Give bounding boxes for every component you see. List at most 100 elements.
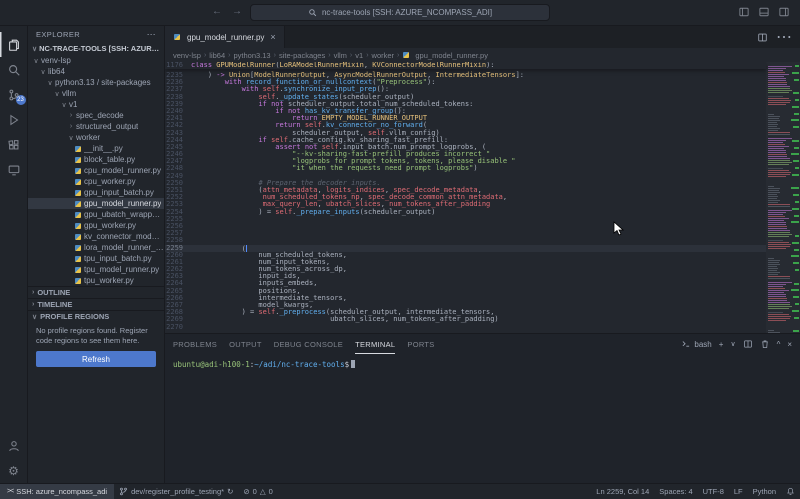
- window-title: nc-trace-tools [SSH: AZURE_NCOMPASS_ADI]: [321, 8, 493, 17]
- code-line[interactable]: 2270: [165, 323, 766, 331]
- file-tree-item[interactable]: cpu_model_runner.py: [28, 165, 164, 176]
- file-tree-item[interactable]: gpu_input_batch.py: [28, 187, 164, 198]
- folder-tree-item[interactable]: › structured_output: [28, 121, 164, 132]
- more-actions-icon[interactable]: ⋯: [776, 27, 792, 47]
- breadcrumb-item[interactable]: venv-lsp: [173, 51, 201, 60]
- source-control-icon[interactable]: 23: [0, 82, 28, 107]
- folder-tree-item[interactable]: ∨ venv-lsp: [28, 55, 164, 66]
- explorer-icon[interactable]: [0, 32, 28, 57]
- new-terminal-icon[interactable]: +: [719, 340, 724, 349]
- diff-added-marker: [795, 167, 799, 169]
- profile-regions-section[interactable]: ∨ PROFILE REGIONS: [28, 310, 164, 322]
- breadcrumb-item[interactable]: lib64: [209, 51, 225, 60]
- folder-tree-item[interactable]: ∨ v1: [28, 99, 164, 110]
- file-tree-item[interactable]: tpu_model_runner.py: [28, 264, 164, 275]
- file-tree-item[interactable]: gpu_ubatch_wrapper.py: [28, 209, 164, 220]
- python-file-icon: [75, 222, 81, 229]
- breadcrumb-item[interactable]: python3.13: [233, 51, 270, 60]
- code-line[interactable]: 2254 ) = self._prepare_inputs(scheduler_…: [165, 208, 766, 216]
- diff-added-marker: [795, 201, 799, 203]
- folder-tree-item[interactable]: ∨ lib64: [28, 66, 164, 77]
- diff-added-marker: [791, 221, 799, 224]
- file-tree-item[interactable]: gpu_worker.py: [28, 220, 164, 231]
- encoding-indicator[interactable]: UTF-8: [698, 484, 729, 499]
- tree-item-label: gpu_input_batch.py: [84, 188, 154, 197]
- run-debug-icon[interactable]: [0, 107, 28, 132]
- tree-item-label: worker: [76, 133, 101, 142]
- breadcrumb-item[interactable]: site-packages: [279, 51, 325, 60]
- trash-icon[interactable]: [760, 339, 770, 349]
- split-editor-icon[interactable]: [757, 32, 768, 43]
- errors-icon: ⊘: [243, 487, 250, 496]
- workspace-section-header[interactable]: ∨ NC-TRACE-TOOLS [SSH: AZURE_NCOMPASS_AD…: [28, 42, 164, 55]
- back-arrow-icon[interactable]: ←: [212, 6, 222, 17]
- panel-tab-problems[interactable]: PROBLEMS: [173, 334, 217, 354]
- forward-arrow-icon[interactable]: →: [232, 6, 242, 17]
- customize-layout-icon[interactable]: [778, 6, 790, 18]
- refresh-button[interactable]: Refresh: [36, 351, 156, 367]
- file-tree-item[interactable]: cpu_worker.py: [28, 176, 164, 187]
- code-line[interactable]: 2248 "it when the requests need prompt l…: [165, 165, 766, 172]
- code-line[interactable]: 2269 ubatch_slices, num_tokens_after_pad…: [165, 316, 766, 323]
- tree-item-label: cpu_worker.py: [84, 177, 136, 186]
- problems-indicator[interactable]: ⊘ 0 △ 0: [238, 484, 277, 499]
- remote-icon: ><: [7, 488, 14, 495]
- account-icon[interactable]: [0, 433, 28, 458]
- command-center[interactable]: nc-trace-tools [SSH: AZURE_NCOMPASS_ADI]: [250, 4, 550, 21]
- file-tree-item[interactable]: tpu_input_batch.py: [28, 253, 164, 264]
- panel-tab-terminal[interactable]: TERMINAL: [355, 334, 395, 354]
- code-line[interactable]: 2258: [165, 237, 766, 244]
- code-line[interactable]: 2255: [165, 215, 766, 223]
- sticky-scroll-line[interactable]: 1176 class GPUModelRunner(LoRAModelRunner…: [165, 62, 766, 70]
- cursor-position[interactable]: Ln 2259, Col 14: [591, 484, 654, 499]
- file-tree-item[interactable]: kv_connector_model_runner_mixin.py: [28, 231, 164, 242]
- breadcrumb-item[interactable]: gpu_model_runner.py: [415, 51, 488, 60]
- chevron-down-icon[interactable]: ∨: [730, 340, 735, 348]
- code-line[interactable]: 2256: [165, 222, 766, 230]
- git-branch-indicator[interactable]: dev/register_profile_testing* ↻: [114, 484, 238, 499]
- shell-label[interactable]: bash: [681, 339, 712, 349]
- close-tab-icon[interactable]: ×: [270, 32, 275, 42]
- notifications-bell[interactable]: [781, 484, 800, 499]
- editor-tab[interactable]: gpu_model_runner.py ×: [165, 26, 285, 48]
- panel-tab-output[interactable]: OUTPUT: [229, 334, 262, 354]
- file-tree-item[interactable]: lora_model_runner_mixin.py: [28, 242, 164, 253]
- folder-tree-item[interactable]: › spec_decode: [28, 110, 164, 121]
- close-panel-icon[interactable]: ×: [787, 340, 792, 349]
- remote-explorer-icon[interactable]: [0, 157, 28, 182]
- toggle-sidebar-icon[interactable]: [738, 6, 750, 18]
- folder-tree-item[interactable]: ∨ worker: [28, 132, 164, 143]
- terminal[interactable]: ubuntu@adi-h100-1:~/adi/nc-trace-tools$: [165, 354, 800, 483]
- search-icon[interactable]: [0, 57, 28, 82]
- breadcrumb-item[interactable]: v1: [355, 51, 363, 60]
- settings-gear-icon[interactable]: ⚙: [0, 458, 28, 483]
- folder-tree-item[interactable]: ∨ python3.13 / site-packages: [28, 77, 164, 88]
- sticky-code-line[interactable]: 1176 class GPUModelRunner(LoRAModelRunner…: [165, 62, 766, 69]
- file-tree-item[interactable]: gpu_model_runner.py: [28, 198, 164, 209]
- file-tree-item[interactable]: tpu_worker.py: [28, 275, 164, 286]
- file-tree-item[interactable]: block_table.py: [28, 154, 164, 165]
- code-line[interactable]: 2257: [165, 229, 766, 237]
- extensions-icon[interactable]: [0, 132, 28, 157]
- chevron-down-icon: ∨: [68, 134, 74, 142]
- panel-tab-ports[interactable]: PORTS: [407, 334, 434, 354]
- eol-indicator[interactable]: LF: [729, 484, 748, 499]
- maximize-panel-icon[interactable]: ^: [777, 340, 781, 349]
- minimap[interactable]: [766, 62, 792, 333]
- more-actions-icon[interactable]: ⋯: [147, 29, 156, 40]
- panel-tab-debug-console[interactable]: DEBUG CONSOLE: [274, 334, 343, 354]
- breadcrumb-item[interactable]: worker: [372, 51, 395, 60]
- toggle-panel-icon[interactable]: [758, 6, 770, 18]
- breadcrumb-item[interactable]: vllm: [334, 51, 347, 60]
- status-bar: >< SSH: azure_ncompass_adi dev/register_…: [0, 483, 800, 499]
- split-terminal-icon[interactable]: [743, 339, 753, 349]
- folder-tree-item[interactable]: ∨ vllm: [28, 88, 164, 99]
- code-editor[interactable]: 1176 class GPUModelRunner(LoRAModelRunner…: [165, 62, 800, 333]
- outline-section[interactable]: › OUTLINE: [28, 286, 164, 298]
- timeline-section[interactable]: › TIMELINE: [28, 298, 164, 310]
- indentation-indicator[interactable]: Spaces: 4: [654, 484, 697, 499]
- file-tree-item[interactable]: __init__.py: [28, 143, 164, 154]
- tree-item-label: spec_decode: [76, 111, 124, 120]
- language-indicator[interactable]: Python: [748, 484, 781, 499]
- remote-indicator[interactable]: >< SSH: azure_ncompass_adi: [0, 484, 115, 499]
